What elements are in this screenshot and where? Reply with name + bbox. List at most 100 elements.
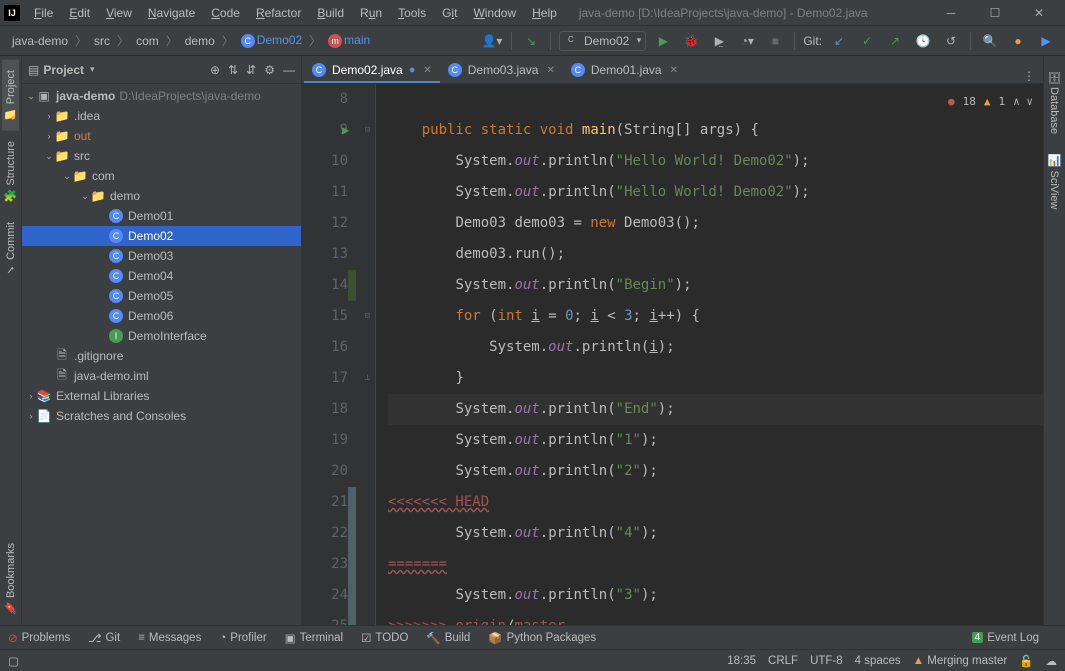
close-icon[interactable]: ✕ <box>1017 6 1061 20</box>
menu-help[interactable]: Help <box>524 3 565 23</box>
git-history-icon[interactable]: 🕓 <box>912 30 934 52</box>
tree-class[interactable]: CDemo04 <box>22 266 301 286</box>
breadcrumb: java-demo〉 src〉 com〉 demo〉 CDemo02〉 mmai… <box>8 31 374 50</box>
tree-interface[interactable]: IDemoInterface <box>22 326 301 346</box>
tool-todo[interactable]: ☑TODO <box>361 631 408 645</box>
git-push-icon[interactable]: ↗ <box>884 30 906 52</box>
status-encoding[interactable]: UTF-8 <box>810 655 843 667</box>
tree-com[interactable]: ⌄📁com <box>22 166 301 186</box>
crumb-src[interactable]: src <box>90 32 114 50</box>
tree-class[interactable]: CDemo05 <box>22 286 301 306</box>
status-merge[interactable]: ▲ Merging master <box>913 655 1007 667</box>
make-project-icon[interactable]: ↘ <box>520 30 542 52</box>
minimize-icon[interactable]: ─ <box>929 6 973 20</box>
tree-idea[interactable]: ›📁.idea <box>22 106 301 126</box>
status-indent[interactable]: 4 spaces <box>855 655 901 667</box>
sidetab-sciview[interactable]: 📊 SciView <box>1046 144 1063 219</box>
tool-git[interactable]: ⎇Git <box>88 631 120 645</box>
tool-messages[interactable]: ≡Messages <box>138 632 201 644</box>
menu-code[interactable]: Code <box>203 3 248 23</box>
tool-terminal[interactable]: ▣Terminal <box>285 631 343 645</box>
panel-dropdown-icon[interactable]: ▾ <box>90 64 95 75</box>
editor[interactable]: ●18 ▲1 ∧ ∨ 8 ▶9 10 11 12 13 14 15 16 17 … <box>302 84 1043 625</box>
stop-icon[interactable]: ■ <box>764 30 786 52</box>
menu-refactor[interactable]: Refactor <box>248 3 309 23</box>
tree-demo[interactable]: ⌄📁demo <box>22 186 301 206</box>
crumb-project[interactable]: java-demo <box>8 32 72 50</box>
collapse-all-icon[interactable]: ⇵ <box>246 63 256 77</box>
tool-python[interactable]: 📦Python Packages <box>488 631 596 645</box>
tab-list-icon[interactable]: ⋮ <box>1015 69 1043 83</box>
tree-iml[interactable]: 🗎java-demo.iml <box>22 366 301 386</box>
run-configuration[interactable]: CDemo02 <box>559 31 646 51</box>
sidetab-commit[interactable]: ✓ Commit <box>2 212 19 286</box>
tree-class[interactable]: CDemo01 <box>22 206 301 226</box>
right-tool-stripe: 🗄 Database 📊 SciView <box>1043 56 1065 625</box>
menu-file[interactable]: File <box>26 3 61 23</box>
app-logo: IJ <box>4 5 20 21</box>
code-text[interactable]: public static void main(String[] args) {… <box>376 84 1043 625</box>
menu-navigate[interactable]: Navigate <box>140 3 203 23</box>
hide-panel-icon[interactable]: — <box>283 63 295 77</box>
crumb-com[interactable]: com <box>132 32 163 50</box>
sidetab-bookmarks[interactable]: 🔖 Bookmarks <box>2 533 19 625</box>
crumb-method[interactable]: mmain <box>324 31 374 50</box>
coverage-icon[interactable]: ▶̤ <box>708 30 730 52</box>
window-title: java-demo [D:\IdeaProjects\java-demo] - … <box>579 6 868 20</box>
editor-tabs: CDemo02.java●✕ CDemo03.java✕ CDemo01.jav… <box>302 56 1043 84</box>
menu-git[interactable]: Git <box>434 3 465 23</box>
menu-tools[interactable]: Tools <box>390 3 434 23</box>
tree-class-selected[interactable]: CDemo02 <box>22 226 301 246</box>
tool-profiler[interactable]: ◔Profiler <box>219 632 266 644</box>
search-icon[interactable]: 🔍 <box>979 30 1001 52</box>
status-position[interactable]: 18:35 <box>727 655 756 667</box>
fold-column[interactable]: ⊟ ⊟⊥ <box>360 84 376 625</box>
git-commit-icon[interactable]: ✓ <box>856 30 878 52</box>
tree-gitignore[interactable]: 🗎.gitignore <box>22 346 301 366</box>
inspection-overview[interactable]: ●18 ▲1 ∧ ∨ <box>948 86 1033 117</box>
status-incoming-icon[interactable]: ☁ <box>1046 654 1058 668</box>
user-icon[interactable]: 👤▾ <box>481 30 503 52</box>
sidetab-database[interactable]: 🗄 Database <box>1046 60 1063 144</box>
profile-icon[interactable]: ◔▾ <box>736 30 758 52</box>
menu-run[interactable]: Run <box>352 3 390 23</box>
tree-src[interactable]: ⌄📁src <box>22 146 301 166</box>
ide-settings-icon[interactable]: ● <box>1007 30 1029 52</box>
menubar: IJ File Edit View Navigate Code Refactor… <box>0 0 1065 26</box>
tool-build[interactable]: 🔨Build <box>426 631 470 645</box>
tool-problems[interactable]: ⊘Problems <box>8 631 70 645</box>
select-opened-icon[interactable]: ⊕ <box>210 63 220 77</box>
tree-out[interactable]: ›📁out <box>22 126 301 146</box>
tree-scratch[interactable]: ›📄Scratches and Consoles <box>22 406 301 426</box>
crumb-class[interactable]: CDemo02 <box>237 31 306 50</box>
tab-demo01[interactable]: CDemo01.java✕ <box>563 59 686 83</box>
panel-settings-icon[interactable]: ⚙ <box>264 63 275 77</box>
status-lock-icon[interactable]: 🔓 <box>1019 654 1033 668</box>
project-tree[interactable]: ⌄▣java-demoD:\IdeaProjects\java-demo ›📁.… <box>22 84 301 428</box>
crumb-demo[interactable]: demo <box>181 32 219 50</box>
tree-class[interactable]: CDemo06 <box>22 306 301 326</box>
status-quick-icon[interactable]: ▢ <box>8 654 19 668</box>
tree-class[interactable]: CDemo03 <box>22 246 301 266</box>
debug-icon[interactable]: 🐞 <box>680 30 702 52</box>
menu-edit[interactable]: Edit <box>61 3 98 23</box>
tab-demo03[interactable]: CDemo03.java✕ <box>440 59 563 83</box>
tool-eventlog[interactable]: 4Event Log <box>972 632 1039 644</box>
maximize-icon[interactable]: ☐ <box>973 6 1017 20</box>
menu-view[interactable]: View <box>98 3 140 23</box>
run-gutter-icon[interactable]: ▶ <box>342 115 349 146</box>
tree-extlib[interactable]: ›📚External Libraries <box>22 386 301 406</box>
expand-all-icon[interactable]: ⇅ <box>228 63 238 77</box>
toolbar: java-demo〉 src〉 com〉 demo〉 CDemo02〉 mmai… <box>0 26 1065 56</box>
menu-window[interactable]: Window <box>465 3 524 23</box>
learn-icon[interactable]: ▶ <box>1035 30 1057 52</box>
run-icon[interactable]: ▶ <box>652 30 674 52</box>
status-lineend[interactable]: CRLF <box>768 655 798 667</box>
tab-demo02[interactable]: CDemo02.java●✕ <box>304 59 440 83</box>
git-rollback-icon[interactable]: ↺ <box>940 30 962 52</box>
sidetab-project[interactable]: 📁 Project <box>2 60 19 131</box>
tree-root[interactable]: ⌄▣java-demoD:\IdeaProjects\java-demo <box>22 86 301 106</box>
sidetab-structure[interactable]: 🧩 Structure <box>2 131 19 212</box>
menu-build[interactable]: Build <box>309 3 352 23</box>
git-pull-icon[interactable]: ↙ <box>828 30 850 52</box>
